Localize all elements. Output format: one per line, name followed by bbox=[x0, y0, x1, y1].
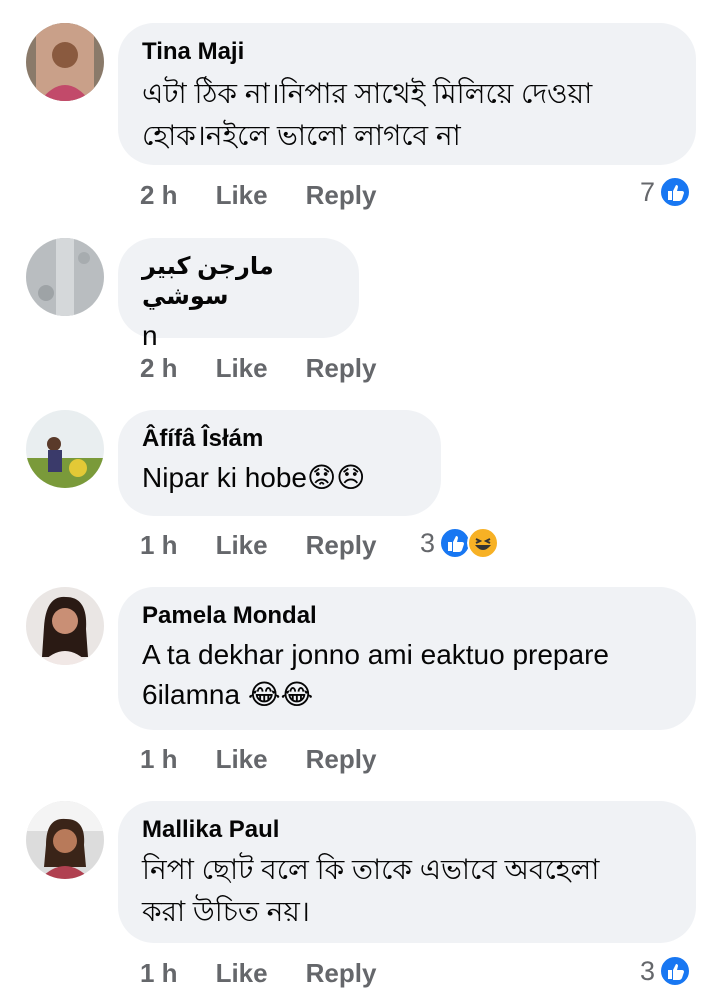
comment-timestamp[interactable]: 1 h bbox=[140, 744, 178, 775]
comment-text-line: নিপা ছোট বলে কি তাকে এভাবে অবহেলা bbox=[142, 854, 600, 885]
reaction-count: 7 bbox=[640, 176, 656, 207]
comment-author[interactable]: Âfífâ Îsłám bbox=[142, 424, 415, 454]
comment-text-line: হোক।নইলে ভালো লাগবে না bbox=[142, 120, 461, 151]
comment-actions: 2 h Like Reply bbox=[140, 353, 376, 384]
avatar[interactable] bbox=[26, 23, 104, 101]
comment-timestamp[interactable]: 2 h bbox=[140, 353, 178, 384]
profile-photo bbox=[26, 410, 104, 488]
comment-actions: 1 h Like Reply bbox=[140, 744, 376, 775]
comment-bubble: Âfífâ Îsłám Nipar ki hobe😟😞 bbox=[118, 410, 441, 516]
reply-button[interactable]: Reply bbox=[306, 353, 377, 384]
reaction-summary[interactable]: 7 bbox=[640, 176, 692, 208]
comment-timestamp[interactable]: 1 h bbox=[140, 958, 178, 989]
reaction-summary[interactable]: 3 bbox=[640, 955, 692, 987]
avatar[interactable] bbox=[26, 238, 104, 316]
comment-author[interactable]: Pamela Mondal bbox=[142, 601, 670, 631]
comment-text-line: 6ilamna 😂😂 bbox=[142, 679, 314, 710]
comment-author[interactable]: Mallika Paul bbox=[142, 815, 670, 845]
profile-photo bbox=[26, 587, 104, 665]
profile-photo bbox=[26, 23, 104, 101]
like-reaction-icon bbox=[659, 955, 692, 987]
comment-author[interactable]: مارجن كبير سوشي bbox=[142, 252, 333, 312]
comment-actions: 1 h Like Reply bbox=[140, 530, 376, 561]
comment-author[interactable]: Tina Maji bbox=[142, 37, 670, 67]
comment-text-line: করা উচিত নয়। bbox=[142, 896, 310, 927]
reply-button[interactable]: Reply bbox=[306, 530, 377, 561]
comment-timestamp[interactable]: 1 h bbox=[140, 530, 178, 561]
comment-bubble: Tina Maji এটা ঠিক না।নিপার সাথেই মিলিয়ে… bbox=[118, 23, 696, 165]
comment-bubble: مارجن كبير سوشي n bbox=[118, 238, 359, 351]
avatar[interactable] bbox=[26, 801, 104, 879]
like-reaction-icon bbox=[659, 176, 692, 208]
comment-text-line: Nipar ki hobe😟😞 bbox=[142, 462, 366, 493]
comment-actions: 2 h Like Reply bbox=[140, 180, 376, 211]
reply-button[interactable]: Reply bbox=[306, 180, 377, 211]
like-button[interactable]: Like bbox=[216, 353, 268, 384]
like-button[interactable]: Like bbox=[216, 530, 268, 561]
reaction-summary[interactable]: 3 bbox=[420, 527, 500, 559]
comment-text-line: এটা ঠিক না।নিপার সাথেই মিলিয়ে দেওয়া bbox=[142, 78, 593, 109]
comment-text-line: n bbox=[142, 320, 158, 351]
profile-photo bbox=[26, 238, 104, 316]
like-button[interactable]: Like bbox=[216, 958, 268, 989]
haha-reaction-icon bbox=[467, 527, 500, 559]
comment-bubble: Mallika Paul নিপা ছোট বলে কি তাকে এভাবে … bbox=[118, 801, 696, 943]
comment-timestamp[interactable]: 2 h bbox=[140, 180, 178, 211]
avatar[interactable] bbox=[26, 410, 104, 488]
comment-bubble: Pamela Mondal A ta dekhar jonno ami eakt… bbox=[118, 587, 696, 730]
comment-actions: 1 h Like Reply bbox=[140, 958, 376, 989]
reply-button[interactable]: Reply bbox=[306, 744, 377, 775]
reaction-count: 3 bbox=[640, 955, 656, 986]
avatar[interactable] bbox=[26, 587, 104, 665]
like-button[interactable]: Like bbox=[216, 744, 268, 775]
reply-button[interactable]: Reply bbox=[306, 958, 377, 989]
comment-text-line: A ta dekhar jonno ami eaktuo prepare bbox=[142, 639, 609, 670]
reaction-count: 3 bbox=[420, 527, 436, 558]
profile-photo bbox=[26, 801, 104, 879]
like-button[interactable]: Like bbox=[216, 180, 268, 211]
